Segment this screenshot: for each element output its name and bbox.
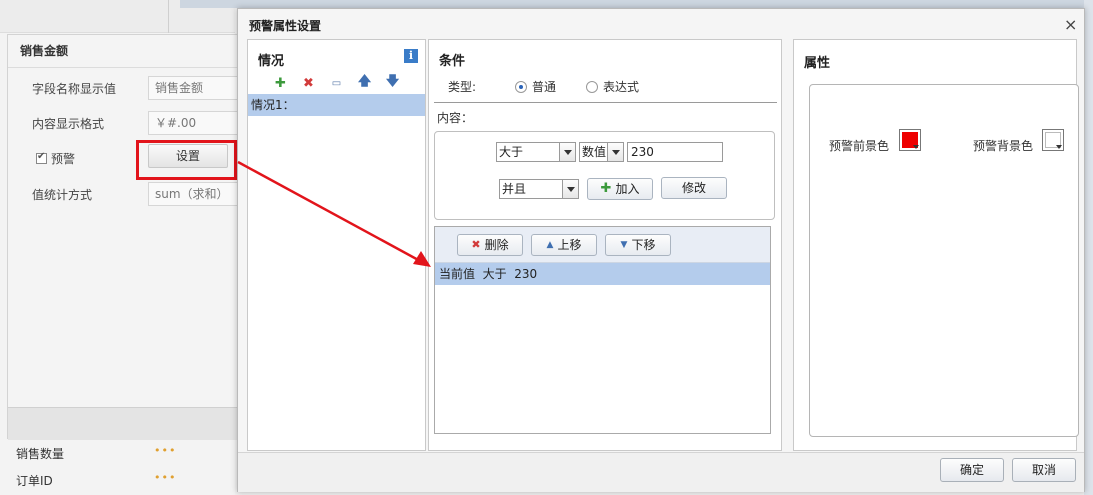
arrow-line — [237, 160, 423, 264]
annotation-arrow — [237, 160, 431, 267]
